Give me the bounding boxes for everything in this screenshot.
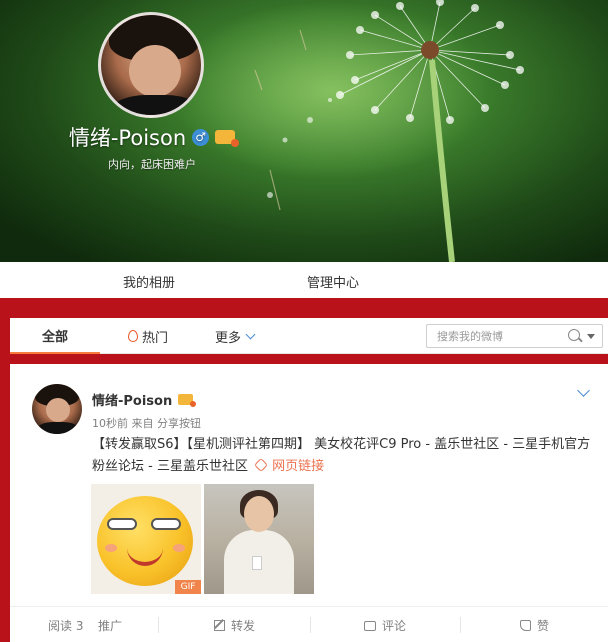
tab-all[interactable]: 全部 [10,318,100,354]
profile-avatar[interactable] [98,12,204,118]
photo-cup [252,556,262,570]
post-text-body: 【转发赢取S6】【星机测评社第四期】 美女校花评C9 Pro - 盖乐世社区 -… [92,437,591,474]
post-author-row: 情绪-Poison [92,390,197,409]
search-dropdown-caret-icon[interactable] [587,334,595,339]
action-divider [460,617,461,633]
post-web-link-label: 网页链接 [272,459,325,474]
nav-admin-center[interactable]: 管理中心 [307,272,359,291]
chevron-down-icon [245,329,256,339]
read-count: 阅读 3 [48,619,84,633]
comment-icon [364,620,376,631]
link-icon [254,457,269,473]
repost-button[interactable]: 转发 [214,617,255,634]
profile-nav: 我的相册 管理中心 [0,262,608,298]
gif-badge: GIF [175,580,201,594]
smiley-blush-right [173,544,185,552]
post-avatar-face [46,398,70,422]
nav-my-album[interactable]: 我的相册 [123,272,175,291]
thumbs-up-icon [520,620,531,631]
action-divider [158,617,159,633]
photo-woman-head [244,496,274,532]
post-action-bar: 阅读 3 推广 转发 评论 赞 [10,606,608,642]
profile-name: 情绪-Poison [68,126,187,150]
post-text: 【转发赢取S6】【星机测评社第四期】 美女校花评C9 Pro - 盖乐世社区 -… [92,434,592,478]
post-web-link[interactable]: 网页链接 [252,457,325,474]
post-menu-chevron-icon[interactable] [577,384,590,397]
weibo-post: 情绪-Poison 10秒前 来自 分享按钮 【转发赢取S6】【星机测评社第四期… [10,364,608,642]
promote-button[interactable]: 推广 [98,617,122,634]
profile-name-row: 情绪-Poison ♂ [0,122,304,152]
like-button[interactable]: 赞 [520,617,549,634]
profile-bio: 内向，起床困难户 [108,158,196,171]
post-author-name[interactable]: 情绪-Poison [92,390,172,409]
smiley-mouth [127,548,163,566]
tab-more-label: 更多 [215,330,242,346]
fire-icon [128,330,138,342]
smiley-blush-left [105,544,117,552]
post-meta[interactable]: 10秒前 来自 分享按钮 [92,415,201,431]
male-gender-icon: ♂ [192,128,210,146]
profile-cover: 情绪-Poison ♂ 内向，起床困难户 [0,0,608,262]
feed-tabbar: 全部 热门 更多 [10,318,608,354]
tab-more[interactable]: 更多 [215,318,256,354]
smiley-emoji-image [97,496,193,586]
search-icon[interactable] [568,329,580,341]
tab-hot-label: 热门 [142,330,169,346]
smiley-eye-right [151,518,181,530]
repost-icon [214,620,225,631]
avatar-face [129,45,181,97]
search-box [426,324,603,348]
like-label: 赞 [537,619,550,633]
tab-hot[interactable]: 热门 [128,318,168,354]
tab-all-label: 全部 [41,329,68,345]
repost-label: 转发 [231,619,256,633]
post-avatar-shirt [37,422,79,434]
action-divider [310,617,311,633]
post-author-avatar[interactable] [32,384,82,434]
vip-badge-icon[interactable] [215,130,240,147]
comment-label: 评论 [382,619,407,633]
post-image-photo[interactable] [204,484,314,594]
avatar-shirt [111,95,201,115]
post-image-gif[interactable]: GIF [91,484,201,594]
comment-button[interactable]: 评论 [364,617,406,634]
vip-badge-icon[interactable] [178,394,197,407]
search-input[interactable] [427,325,557,348]
smiley-eye-left [107,518,137,530]
